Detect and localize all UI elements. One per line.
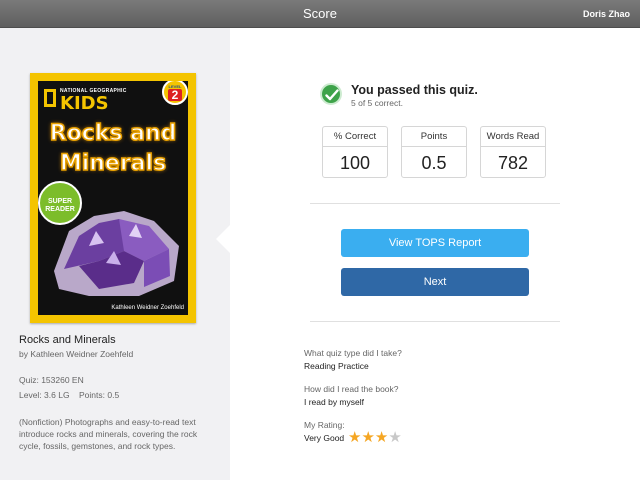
- book-author: by Kathleen Weidner Zoehfeld: [19, 349, 134, 359]
- question-label: How did I read the book?: [304, 384, 399, 394]
- rating-value: Very Good: [304, 433, 345, 443]
- result-headline: You passed this quiz.: [351, 83, 478, 97]
- next-button[interactable]: Next: [341, 268, 529, 296]
- result-subline: 5 of 5 correct.: [351, 98, 403, 108]
- check-icon: [320, 83, 342, 105]
- cover-author: Kathleen Weidner Zoehfeld: [111, 305, 184, 311]
- book-details: Rocks and Minerals by Kathleen Weidner Z…: [19, 334, 219, 452]
- user-name[interactable]: Doris Zhao: [583, 9, 630, 19]
- top-bar: Score Doris Zhao: [0, 0, 640, 28]
- stat-words-read: Words Read 782: [480, 126, 546, 178]
- stat-value: 0.5: [421, 153, 447, 173]
- quiz-type-section: What quiz type did I take? Reading Pract…: [304, 348, 554, 371]
- stat-label: Words Read: [481, 127, 545, 147]
- book-cover: NATIONAL GEOGRAPHIC KIDS LEVEL 2 Rocks a…: [30, 73, 196, 323]
- answer-value: Reading Practice: [304, 361, 369, 371]
- cover-title: Rocks and Minerals: [38, 119, 188, 179]
- rating-label: My Rating:: [304, 420, 345, 430]
- stat-value: 100: [339, 153, 371, 173]
- nat-geo-logo-icon: [44, 89, 56, 107]
- question-label: What quiz type did I take?: [304, 348, 402, 358]
- stat-label: Points: [402, 127, 466, 147]
- book-cover-art: NATIONAL GEOGRAPHIC KIDS LEVEL 2 Rocks a…: [38, 81, 188, 315]
- super-reader-badge: SUPER READER: [38, 181, 82, 225]
- cover-title-line1: Rocks and: [49, 120, 177, 147]
- level-badge: LEVEL 2: [162, 81, 188, 105]
- star-icon[interactable]: ★: [361, 429, 374, 446]
- answer-value: I read by myself: [304, 397, 364, 407]
- star-icon[interactable]: ★: [388, 429, 401, 446]
- stat-points: Points 0.5: [401, 126, 467, 178]
- stat-label: % Correct: [323, 127, 387, 147]
- page-title: Score: [303, 6, 337, 21]
- stat-percent-correct: % Correct 100: [322, 126, 388, 178]
- divider: [310, 203, 560, 204]
- level-badge-number: 2: [168, 89, 182, 101]
- stat-value: 782: [497, 153, 529, 173]
- divider: [310, 321, 560, 322]
- reading-method-section: How did I read the book? I read by mysel…: [304, 384, 554, 407]
- book-description: (Nonfiction) Photographs and easy-to-rea…: [19, 417, 198, 451]
- view-tops-report-button[interactable]: View TOPS Report: [341, 229, 529, 257]
- book-title: Rocks and Minerals: [19, 334, 116, 346]
- cover-brand: KIDS: [60, 93, 109, 114]
- star-icon[interactable]: ★: [348, 429, 361, 446]
- level-points: Level: 3.6 LG Points: 0.5: [19, 390, 120, 400]
- star-icon[interactable]: ★: [375, 429, 388, 446]
- cover-title-line2: Minerals: [59, 150, 167, 177]
- rating-section: My Rating: Very Good: [304, 420, 554, 443]
- star-rating[interactable]: ★★★★: [348, 429, 402, 447]
- sidebar-pointer: [216, 225, 230, 253]
- quiz-number: Quiz: 153260 EN: [19, 375, 84, 385]
